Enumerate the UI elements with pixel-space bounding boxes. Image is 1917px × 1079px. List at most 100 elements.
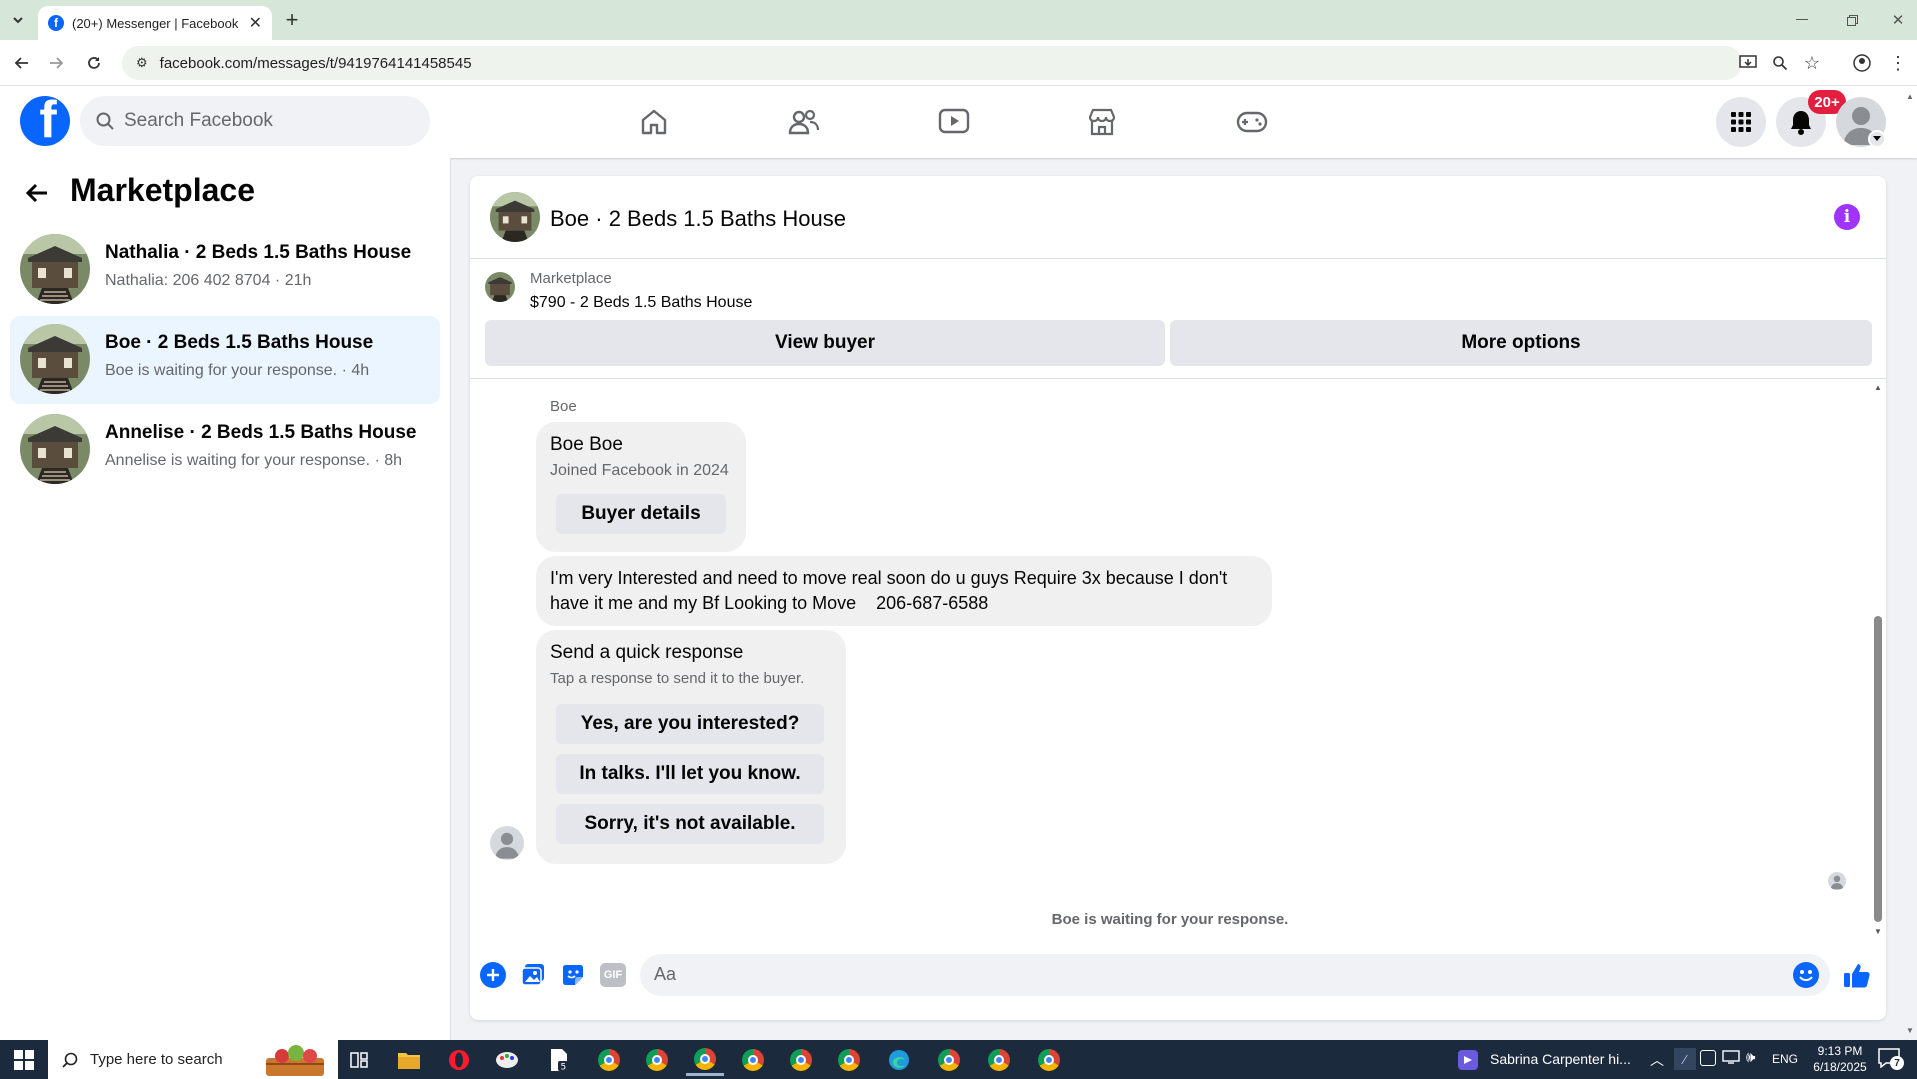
- tab-title: (20+) Messenger | Facebook: [72, 15, 239, 31]
- chat-avatar[interactable]: [490, 192, 540, 242]
- browser-menu-icon[interactable]: ⋮: [1886, 51, 1910, 75]
- nav-marketplace-icon[interactable]: [1072, 98, 1132, 146]
- new-tab-icon[interactable]: +: [280, 7, 304, 32]
- message-input[interactable]: Aa: [640, 954, 1830, 996]
- back-icon[interactable]: [10, 51, 34, 75]
- opera-icon[interactable]: [440, 1044, 478, 1076]
- gif-icon[interactable]: GIF: [600, 963, 626, 987]
- quick-response-title: Send a quick response: [550, 642, 744, 663]
- volume-icon[interactable]: 🕪: [1746, 1049, 1755, 1066]
- file-explorer-icon[interactable]: [390, 1044, 428, 1076]
- install-app-icon[interactable]: [1736, 51, 1760, 75]
- tray-chevron-icon[interactable]: ︿: [1650, 1050, 1664, 1070]
- conversation-name: Annelise · 2 Beds 1.5 Baths House: [105, 422, 417, 443]
- reload-icon[interactable]: [82, 51, 106, 75]
- conversation-item[interactable]: Annelise · 2 Beds 1.5 Baths House Anneli…: [10, 406, 440, 494]
- emoji-icon[interactable]: [1793, 962, 1819, 988]
- document-app-icon[interactable]: 5: [540, 1044, 578, 1076]
- window-close-icon[interactable]: ✕: [1886, 8, 1910, 32]
- chat-scrollbar[interactable]: ▲ ▼: [1874, 384, 1882, 936]
- site-info-icon[interactable]: ⚙: [136, 55, 148, 71]
- conversation-item-selected[interactable]: Boe · 2 Beds 1.5 Baths House Boe is wait…: [10, 316, 440, 404]
- quick-response-option[interactable]: In talks. I'll let you know.: [556, 754, 824, 794]
- like-thumb-icon[interactable]: [1842, 960, 1872, 990]
- profile-icon[interactable]: [1850, 51, 1874, 75]
- quick-response-option[interactable]: Yes, are you interested?: [556, 704, 824, 744]
- action-center-icon[interactable]: 7: [1878, 1048, 1904, 1070]
- back-arrow-icon[interactable]: [24, 180, 54, 210]
- tab-close-icon[interactable]: ✕: [249, 13, 262, 33]
- meet-now-icon[interactable]: [1700, 1050, 1716, 1066]
- chrome-taskbar-icon[interactable]: [590, 1044, 628, 1076]
- nav-friends-icon[interactable]: [774, 98, 834, 146]
- account-chevron-icon[interactable]: [1868, 130, 1886, 148]
- plus-icon[interactable]: [480, 962, 506, 988]
- more-options-button[interactable]: More options: [1170, 320, 1872, 366]
- svg-text:5: 5: [561, 1063, 567, 1073]
- buyer-details-button[interactable]: Buyer details: [556, 494, 726, 534]
- notification-count-badge: 7: [1890, 1056, 1904, 1070]
- chrome-taskbar-icon[interactable]: [980, 1044, 1018, 1076]
- paint-app-icon[interactable]: [488, 1044, 526, 1076]
- windows-start-icon[interactable]: [4, 1044, 44, 1076]
- input-language[interactable]: ENG: [1772, 1052, 1798, 1066]
- minimize-icon[interactable]: [1790, 8, 1814, 32]
- chrome-taskbar-icon[interactable]: [830, 1044, 868, 1076]
- nav-home-icon[interactable]: [624, 98, 684, 146]
- sender-avatar[interactable]: [490, 826, 524, 860]
- scrollbar-thumb[interactable]: [1874, 616, 1882, 922]
- listing-small-thumbnail: [485, 272, 515, 302]
- chrome-taskbar-icon[interactable]: [638, 1044, 676, 1076]
- browser-tab[interactable]: f (20+) Messenger | Facebook ✕: [38, 6, 272, 40]
- photo-attach-icon[interactable]: [520, 962, 546, 988]
- search-input[interactable]: Search Facebook: [80, 96, 430, 146]
- sidebar-title: Marketplace: [70, 172, 255, 208]
- zoom-icon[interactable]: [1768, 51, 1792, 75]
- view-buyer-button[interactable]: View buyer: [485, 320, 1165, 366]
- clock[interactable]: 9:13 PM 6/18/2025: [1800, 1043, 1880, 1075]
- chrome-taskbar-icon[interactable]: [734, 1044, 772, 1076]
- media-title[interactable]: Sabrina Carpenter hi...: [1490, 1051, 1631, 1067]
- nav-video-icon[interactable]: [924, 98, 984, 146]
- page-scrollbar[interactable]: ▲ ▼: [1906, 92, 1916, 1038]
- message-text-line1: I'm very Interested and need to move rea…: [550, 568, 1228, 588]
- chrome-taskbar-icon-active[interactable]: [686, 1044, 724, 1076]
- url-bar[interactable]: ⚙ facebook.com/messages/t/94197641414585…: [122, 46, 1742, 80]
- sender-label: Boe: [550, 398, 577, 415]
- scroll-down-icon[interactable]: ▼: [1874, 928, 1882, 936]
- search-highlight-image: [258, 1042, 332, 1078]
- bookmark-star-icon[interactable]: ☆: [1800, 51, 1824, 75]
- conversation-sidebar: Marketplace Nathalia · 2 Beds 1.5 Baths …: [0, 158, 451, 1040]
- page-scroll-up-icon[interactable]: ▲: [1906, 92, 1914, 101]
- facebook-favicon-icon: f: [48, 15, 64, 31]
- chrome-taskbar-icon[interactable]: [782, 1044, 820, 1076]
- taskbar-search-box[interactable]: Type here to search: [48, 1040, 338, 1079]
- banner-divider: [470, 378, 1886, 379]
- message-bubble: I'm very Interested and need to move rea…: [536, 556, 1272, 626]
- chrome-taskbar-icon[interactable]: [930, 1044, 968, 1076]
- listing-title[interactable]: $790 - 2 Beds 1.5 Baths House: [530, 294, 752, 312]
- edge-icon[interactable]: [880, 1044, 918, 1076]
- chrome-taskbar-icon[interactable]: [1030, 1044, 1068, 1076]
- sticker-icon[interactable]: [560, 962, 586, 988]
- restore-icon[interactable]: [1840, 8, 1864, 32]
- facebook-logo[interactable]: f: [20, 96, 70, 146]
- forward-icon[interactable]: [44, 51, 68, 75]
- scroll-up-icon[interactable]: ▲: [1874, 384, 1882, 392]
- media-player-icon[interactable]: [1458, 1050, 1478, 1070]
- quick-response-option[interactable]: Sorry, it's not available.: [556, 804, 824, 844]
- menu-grid-icon[interactable]: [1716, 97, 1766, 147]
- page-scroll-down-icon[interactable]: ▼: [1906, 1026, 1914, 1035]
- info-icon[interactable]: i: [1834, 204, 1860, 230]
- listing-thumbnail: [20, 234, 90, 304]
- task-view-icon[interactable]: [340, 1044, 378, 1076]
- network-icon[interactable]: [1722, 1050, 1740, 1064]
- tab-search-chevron-icon[interactable]: [6, 8, 30, 32]
- pen-tray-icon[interactable]: ⁄: [1674, 1048, 1696, 1070]
- conversation-preview: Nathalia: 206 402 8704 · 21h: [105, 272, 312, 289]
- seen-receipt-avatar: [1828, 872, 1846, 890]
- taskbar-search-icon: [62, 1052, 78, 1068]
- conversation-item[interactable]: Nathalia · 2 Beds 1.5 Baths House Nathal…: [10, 226, 440, 314]
- chat-title[interactable]: Boe · 2 Beds 1.5 Baths House: [550, 206, 846, 232]
- nav-gaming-icon[interactable]: [1222, 98, 1282, 146]
